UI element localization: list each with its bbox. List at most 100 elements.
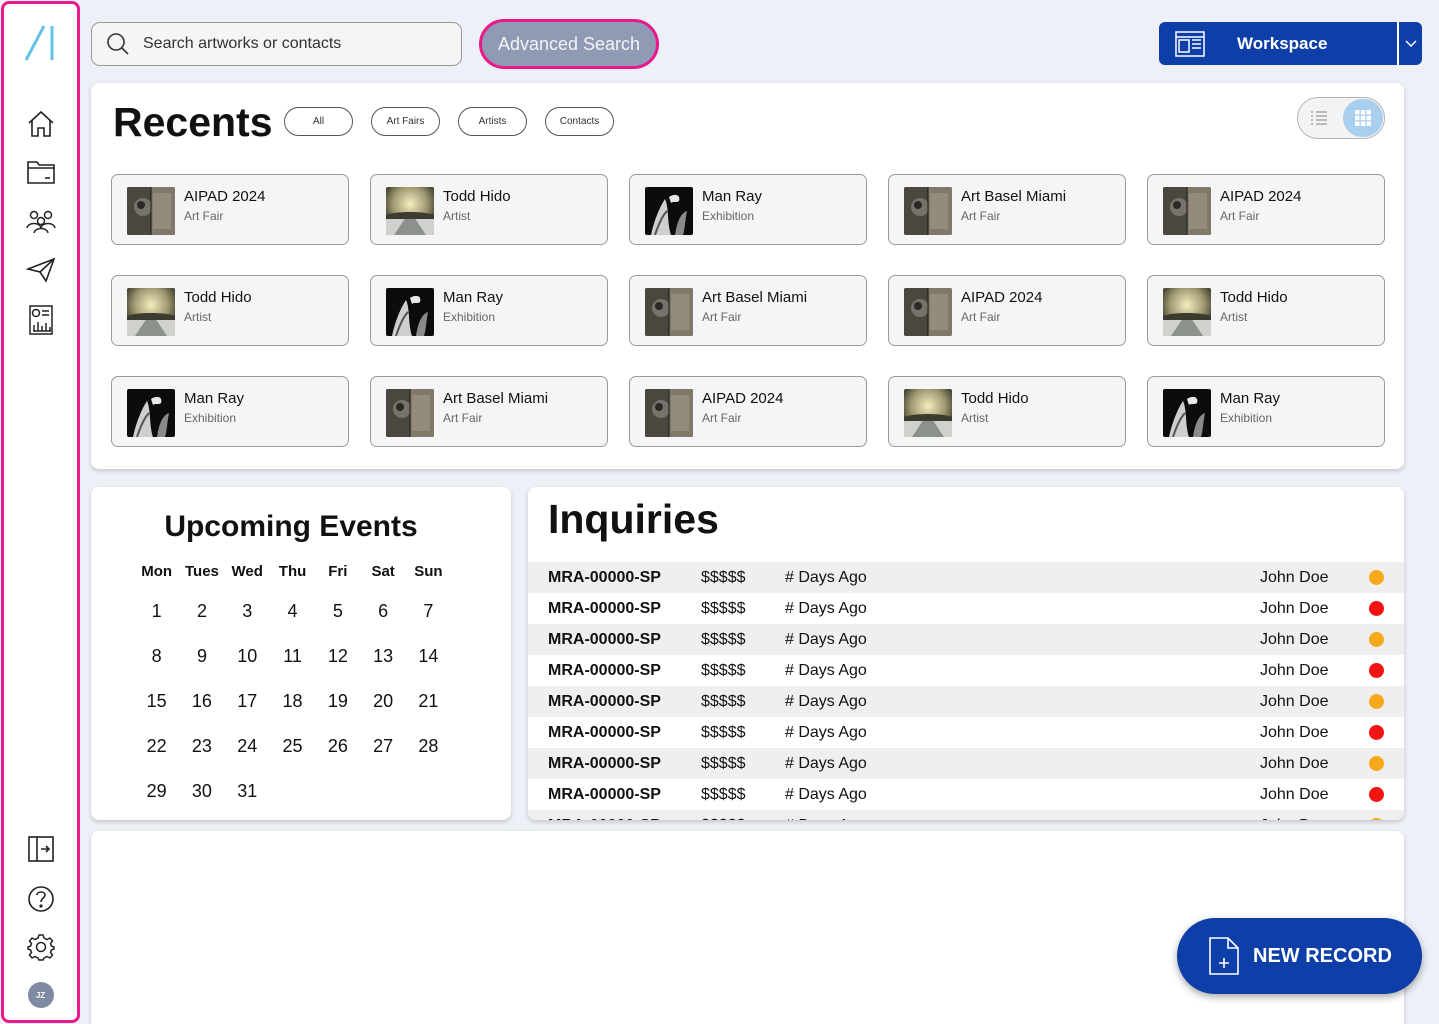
calendar-day[interactable]: 14 bbox=[406, 634, 451, 679]
calendar-day[interactable]: 9 bbox=[179, 634, 224, 679]
recents-title: Recents bbox=[113, 99, 273, 145]
calendar-day[interactable]: 2 bbox=[179, 589, 224, 634]
search-input[interactable] bbox=[143, 35, 443, 53]
calendar-day[interactable]: 19 bbox=[315, 679, 360, 724]
thumbnail-image bbox=[127, 389, 175, 437]
filter-contacts[interactable]: Contacts bbox=[545, 107, 614, 136]
inquiry-row[interactable]: MRA-00000-SP $$$$$ # Days Ago John Doe bbox=[528, 562, 1404, 593]
calendar-day[interactable]: 15 bbox=[134, 679, 179, 724]
inquiry-row[interactable]: MRA-00000-SP $$$$$ # Days Ago John Doe bbox=[528, 717, 1404, 748]
recent-card[interactable]: AIPAD 2024 Art Fair bbox=[111, 174, 349, 245]
calendar-day[interactable]: 18 bbox=[270, 679, 315, 724]
avatar-initials: JZ bbox=[27, 982, 54, 1008]
recent-card[interactable]: Todd Hido Artist bbox=[111, 275, 349, 346]
calendar-day[interactable]: 16 bbox=[179, 679, 224, 724]
logo-icon[interactable] bbox=[4, 22, 77, 64]
recent-card[interactable]: Todd Hido Artist bbox=[1147, 275, 1385, 346]
recent-card[interactable]: Art Basel Miami Art Fair bbox=[629, 275, 867, 346]
calendar-day[interactable]: 12 bbox=[315, 634, 360, 679]
inquiry-row[interactable]: MRA-00000-SP $$$$$ # Days Ago John Doe bbox=[528, 748, 1404, 779]
filter-artists[interactable]: Artists bbox=[458, 107, 527, 136]
workspace-icon bbox=[1175, 30, 1205, 57]
calendar-day[interactable]: 21 bbox=[406, 679, 451, 724]
recent-card[interactable]: Art Basel Miami Art Fair bbox=[888, 174, 1126, 245]
thumbnail-image bbox=[1163, 187, 1211, 235]
calendar-day[interactable]: 1 bbox=[134, 589, 179, 634]
gear-icon[interactable] bbox=[4, 930, 77, 964]
calendar-day[interactable]: 30 bbox=[179, 769, 224, 814]
home-icon[interactable] bbox=[4, 107, 77, 141]
inquiry-price: $$$$$ bbox=[701, 569, 746, 586]
card-subtitle: Artist bbox=[961, 411, 989, 425]
inquiry-row[interactable]: MRA-00000-SP $$$$$ # Days Ago John Doe bbox=[528, 624, 1404, 655]
weekday-header: Sun bbox=[414, 563, 443, 580]
recent-card[interactable]: Man Ray Exhibition bbox=[1147, 376, 1385, 447]
calendar-day[interactable]: 28 bbox=[406, 724, 451, 769]
calendar-day[interactable]: 20 bbox=[360, 679, 405, 724]
recent-card[interactable]: Todd Hido Artist bbox=[370, 174, 608, 245]
calendar-day[interactable]: 7 bbox=[406, 589, 451, 634]
recent-card[interactable]: Art Basel Miami Art Fair bbox=[370, 376, 608, 447]
card-title: Man Ray bbox=[702, 188, 763, 205]
filter-art-fairs[interactable]: Art Fairs bbox=[371, 107, 440, 136]
advanced-search-button[interactable]: Advanced Search bbox=[479, 19, 659, 69]
card-title: Man Ray bbox=[184, 390, 245, 407]
thumbnail-image bbox=[1163, 389, 1211, 437]
workspace-button[interactable]: Workspace bbox=[1159, 22, 1399, 65]
inquiry-row[interactable]: MRA-00000-SP $$$$$ # Days Ago John Doe bbox=[528, 686, 1404, 717]
inquiry-contact: John Doe bbox=[1260, 600, 1329, 617]
inquiry-contact: John Doe bbox=[1260, 662, 1329, 679]
calendar-day[interactable]: 4 bbox=[270, 589, 315, 634]
calendar-day[interactable]: 23 bbox=[179, 724, 224, 769]
calendar-day[interactable]: 29 bbox=[134, 769, 179, 814]
inquiry-price: $$$$$ bbox=[701, 631, 746, 648]
help-icon[interactable] bbox=[4, 882, 77, 916]
card-title: Art Basel Miami bbox=[702, 289, 808, 306]
paper-plane-icon[interactable] bbox=[4, 253, 77, 287]
grid-view-icon[interactable] bbox=[1343, 99, 1383, 137]
inquiry-row[interactable]: MRA-00000-SP $$$$$ # Days Ago John Doe bbox=[528, 593, 1404, 624]
calendar-day[interactable]: 5 bbox=[315, 589, 360, 634]
calendar-day[interactable]: 6 bbox=[360, 589, 405, 634]
user-avatar[interactable]: JZ bbox=[4, 980, 77, 1010]
calendar-day[interactable]: 27 bbox=[360, 724, 405, 769]
recent-card[interactable]: AIPAD 2024 Art Fair bbox=[1147, 174, 1385, 245]
inquiry-price: $$$$$ bbox=[701, 662, 746, 679]
recent-card[interactable]: AIPAD 2024 Art Fair bbox=[629, 376, 867, 447]
upcoming-events-title: Upcoming Events bbox=[164, 510, 418, 543]
inquiry-row[interactable]: MRA-00000-SP $$$$$ # Days Ago John Doe bbox=[528, 655, 1404, 686]
calendar-day[interactable]: 3 bbox=[225, 589, 270, 634]
inquiry-row[interactable]: MRA-00000-SP $$$$$ # Days Ago John Doe bbox=[528, 810, 1404, 820]
folder-icon[interactable] bbox=[4, 155, 77, 189]
new-record-button[interactable]: NEW RECORD bbox=[1177, 918, 1422, 994]
recent-card[interactable]: Man Ray Exhibition bbox=[111, 376, 349, 447]
inquiry-price: $$$$$ bbox=[701, 693, 746, 710]
calendar-day[interactable]: 31 bbox=[225, 769, 270, 814]
card-title: Todd Hido bbox=[184, 289, 252, 306]
calendar-day[interactable]: 22 bbox=[134, 724, 179, 769]
weekday-header: Thu bbox=[278, 563, 307, 580]
list-view-icon[interactable] bbox=[1304, 103, 1334, 133]
recent-card[interactable]: Man Ray Exhibition bbox=[370, 275, 608, 346]
recent-card[interactable]: Man Ray Exhibition bbox=[629, 174, 867, 245]
weekday-header: Sat bbox=[371, 563, 395, 580]
search-box[interactable] bbox=[91, 22, 462, 66]
calendar-day[interactable]: 24 bbox=[225, 724, 270, 769]
calendar-day[interactable]: 10 bbox=[225, 634, 270, 679]
calendar-day[interactable]: 25 bbox=[270, 724, 315, 769]
calendar-day[interactable]: 11 bbox=[270, 634, 315, 679]
report-icon[interactable] bbox=[4, 302, 77, 338]
calendar-day[interactable]: 17 bbox=[225, 679, 270, 724]
calendar-day[interactable]: 13 bbox=[360, 634, 405, 679]
recent-card[interactable]: Todd Hido Artist bbox=[888, 376, 1126, 447]
workspace-button-group: Workspace bbox=[1159, 22, 1422, 65]
workspace-dropdown[interactable] bbox=[1399, 22, 1422, 65]
inquiry-row[interactable]: MRA-00000-SP $$$$$ # Days Ago John Doe bbox=[528, 779, 1404, 810]
filter-all[interactable]: All bbox=[284, 107, 353, 136]
collapse-sidebar-icon[interactable] bbox=[4, 832, 77, 866]
calendar-day[interactable]: 26 bbox=[315, 724, 360, 769]
people-icon[interactable] bbox=[4, 204, 77, 238]
inquiry-contact: John Doe bbox=[1260, 817, 1329, 820]
recent-card[interactable]: AIPAD 2024 Art Fair bbox=[888, 275, 1126, 346]
calendar-day[interactable]: 8 bbox=[134, 634, 179, 679]
